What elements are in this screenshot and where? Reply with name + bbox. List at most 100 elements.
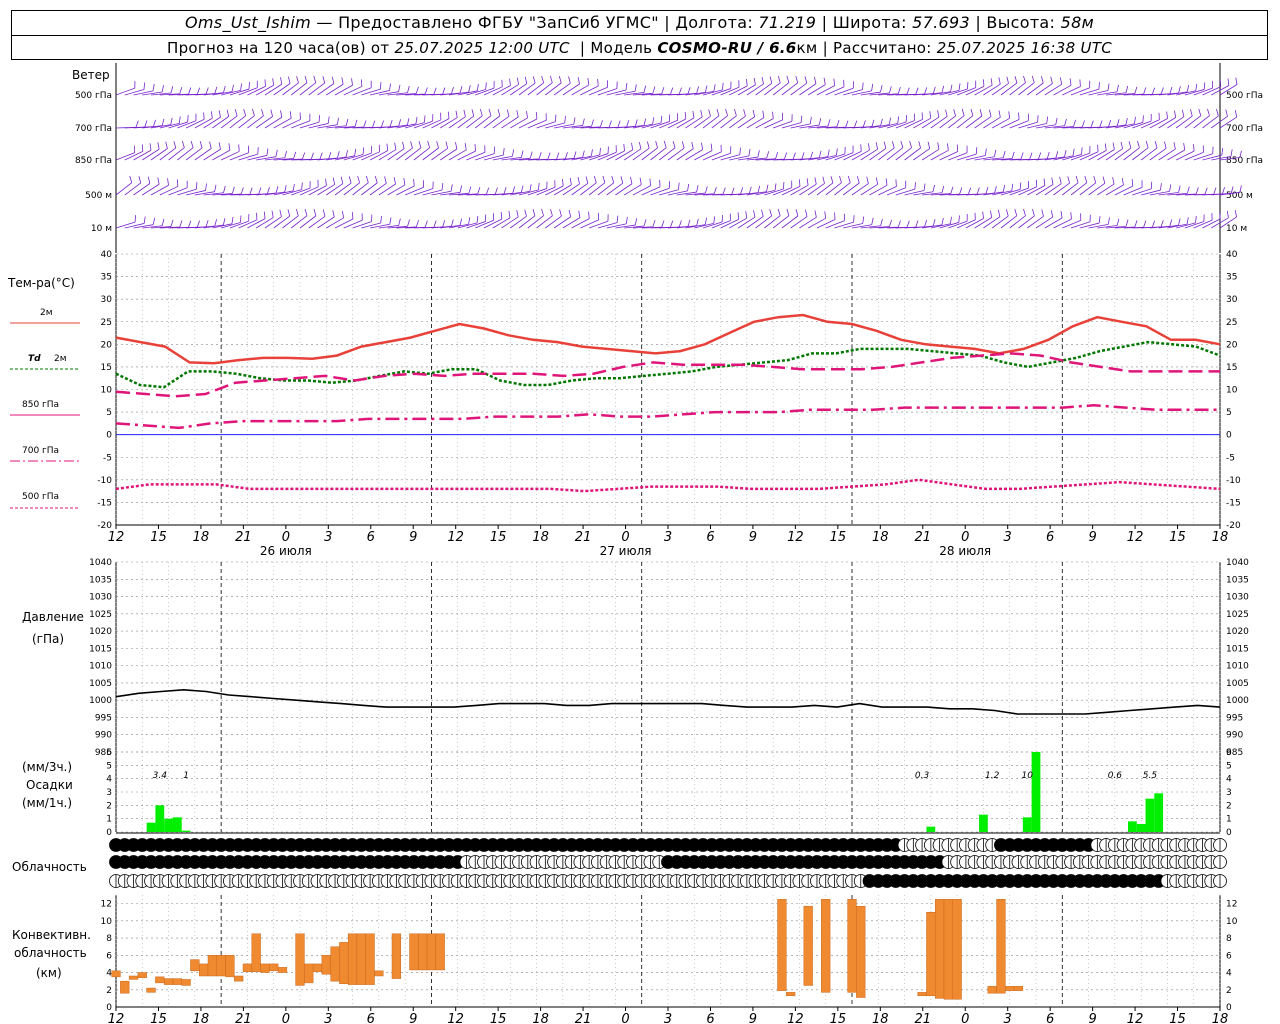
wind-barb-flag [1142, 115, 1144, 123]
wind-barb-flag [982, 211, 984, 219]
wind-barb-flag [1166, 111, 1168, 119]
wind-barb-flag [827, 119, 831, 127]
wind-barb-flag [410, 141, 413, 149]
wind-barb-flag [661, 87, 665, 95]
wind-barb-flag [258, 187, 262, 195]
conv-bar [786, 992, 796, 997]
wind-barb-shaft [1123, 147, 1140, 161]
wind-barb [615, 176, 633, 196]
wind-barb-flag [203, 112, 205, 120]
wind-barb-flag [153, 119, 156, 127]
wind-barb-flag [696, 185, 699, 193]
wind-barb-flag [141, 144, 144, 152]
wind-barb-flag [704, 217, 708, 225]
wind-barb-shaft [1184, 151, 1204, 161]
wind-barb-shaft [1053, 182, 1070, 196]
wind-barb-flag [752, 109, 756, 117]
wind-barb-flag [696, 86, 700, 94]
wind-barb-flag [814, 210, 817, 218]
wind-barb-flag [670, 87, 674, 95]
wind-barb-flag [833, 78, 836, 86]
wind-barb-flag [374, 176, 378, 183]
wind-barb-shaft [1140, 147, 1158, 161]
wind-barb [948, 108, 965, 129]
wind-barb-flag [289, 111, 292, 119]
wind-barb [536, 208, 553, 229]
temp-tick-label: 25 [1226, 318, 1237, 328]
wind-barb-flag [777, 76, 781, 83]
wind-barb-shaft [790, 82, 808, 96]
wind-barb [755, 76, 773, 96]
wind-barb-flag [573, 117, 576, 125]
precip-tick-label: 2 [1226, 801, 1232, 811]
wind-barb-shaft [720, 115, 737, 129]
wind-barb-shaft [658, 147, 676, 161]
wind-barb [1202, 109, 1219, 129]
wind-barb-shaft [273, 83, 291, 96]
wind-barb-shaft [790, 216, 808, 229]
wind-barb-flag [746, 78, 748, 86]
wind-barb [676, 141, 694, 161]
wind-barb-shaft [220, 115, 238, 129]
wind-barb-flag [611, 175, 615, 183]
wind-barb-shaft [755, 82, 773, 96]
conv-tick-label: 8 [106, 934, 112, 944]
wind-barb-flag [556, 152, 560, 160]
wind-barb-shaft [282, 82, 299, 96]
wind-barb [177, 140, 194, 161]
wind-barb-flag [692, 110, 695, 118]
wind-barb-flag [769, 209, 772, 217]
wind-barb-shaft [527, 82, 544, 96]
wind-barb-flag [1178, 86, 1181, 94]
precip-total-label: 0.3 [915, 771, 930, 781]
precip-tick-label: 4 [106, 775, 112, 785]
bottom-tick-label: 21 [575, 1012, 592, 1024]
wind-barb-shaft [1062, 219, 1081, 229]
wind-barb [720, 212, 740, 229]
wind-barb-flag [267, 186, 270, 194]
wind-barb-flag [643, 85, 647, 93]
wind-barb-shaft [597, 182, 614, 196]
bottom-tick-label: 18 [532, 1012, 549, 1024]
wind-barb-flag [827, 149, 830, 157]
wind-barb-flag [442, 87, 446, 95]
wind-barb-flag [562, 178, 564, 186]
wind-barb-shaft [238, 115, 255, 129]
wind-barb-flag [577, 77, 580, 85]
wind-barb-flag [959, 187, 963, 195]
wind-barb-flag [961, 108, 965, 116]
wind-barb-flag [502, 148, 505, 156]
wind-barb-flag [360, 79, 363, 87]
wind-barb-flag [979, 109, 983, 117]
wind-barb-flag [362, 147, 365, 155]
wind-barb-shaft [650, 147, 667, 161]
wind-barb-flag [713, 216, 716, 224]
wind-barb-flag [660, 115, 663, 123]
wind-barb-flag [275, 186, 279, 194]
wind-barb-shaft [667, 147, 685, 161]
bottom-tick-label: 15 [1169, 1012, 1186, 1024]
wind-barb-flag [447, 111, 450, 119]
wind-barb [1035, 210, 1054, 229]
mid-tick-label: 21 [575, 530, 592, 545]
wind-barb [921, 110, 940, 129]
wind-barb-shaft [807, 84, 826, 96]
wind-barb-flag [304, 75, 308, 83]
wind-barb-flag [856, 176, 860, 184]
wind-barb [825, 175, 842, 196]
wind-barb-flag [1031, 75, 1035, 83]
wind-barb-shaft [501, 216, 519, 229]
wind-barb-shaft [439, 148, 458, 161]
wind-level-label: 10 м [1226, 224, 1247, 234]
wind-barb-shaft [921, 148, 940, 161]
wind-barb-flag [897, 86, 901, 94]
wind-barb-flag [423, 115, 426, 123]
mid-tick-label: 12 [447, 530, 464, 545]
conv-bar [409, 933, 419, 971]
wind-barb [1193, 108, 1210, 129]
wind-barb-shaft [1035, 216, 1053, 229]
wind-barb-shaft [466, 151, 486, 161]
wind-barb [326, 77, 344, 96]
wind-barb-flag [243, 108, 247, 116]
temp-tick-label: -5 [103, 453, 112, 463]
